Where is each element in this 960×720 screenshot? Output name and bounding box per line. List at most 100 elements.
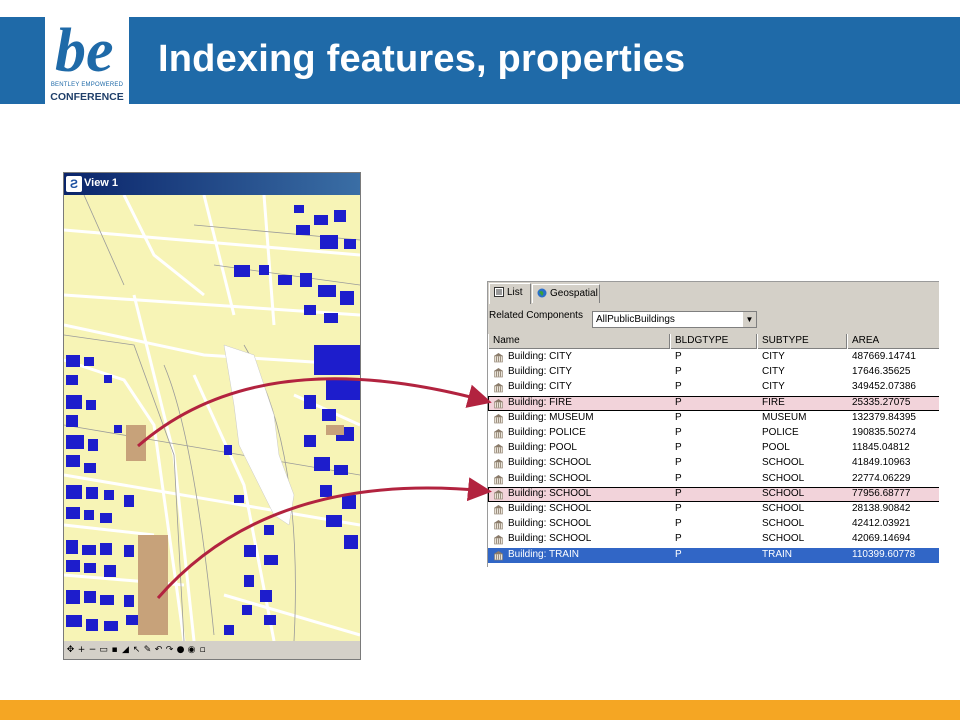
cell-name: Building: TRAIN: [508, 548, 579, 560]
cell-subtype: SCHOOL: [762, 472, 805, 484]
map-window-title: View 1: [84, 177, 119, 189]
building-icon: [494, 520, 503, 530]
cell-area: 22774.06229: [852, 472, 911, 484]
table-row[interactable]: Building: SCHOOL P SCHOOL 42069.14694: [488, 532, 939, 547]
cell-subtype: SCHOOL: [762, 487, 805, 499]
column-header-area[interactable]: AREA: [847, 334, 939, 349]
column-header-name[interactable]: Name: [488, 334, 670, 349]
cell-subtype: TRAIN: [762, 548, 792, 560]
cell-area: 11845.04812: [852, 442, 910, 454]
cell-subtype: CITY: [762, 351, 785, 362]
cell-name: Building: FIRE: [508, 396, 572, 408]
table-row[interactable]: Building: SCHOOL P SCHOOL 28138.90842: [488, 502, 939, 517]
cell-bldgtype: P: [675, 427, 682, 438]
map-window-titlebar[interactable]: Ƨ View 1: [64, 173, 360, 195]
measure-icon[interactable]: ◢: [121, 644, 130, 656]
cell-bldgtype: P: [675, 411, 682, 423]
cell-name: Building: CITY: [508, 366, 572, 378]
cell-area: 42412.03921: [852, 518, 911, 530]
table-row[interactable]: Building: SCHOOL P SCHOOL 22774.06229: [488, 472, 939, 487]
table-row[interactable]: Building: FIRE P FIRE 25335.27075: [488, 395, 939, 411]
page-title: Indexing features, properties: [158, 38, 686, 80]
chevron-down-icon[interactable]: ▼: [742, 312, 756, 327]
school-building-feature: [138, 535, 168, 635]
conference-logo: be BENTLEY EMPOWERED CONFERENCE: [45, 13, 129, 121]
cell-bldgtype: P: [675, 548, 682, 560]
building-icon: [494, 444, 503, 454]
zoom-in-icon[interactable]: +: [77, 644, 86, 656]
cell-area: 28138.90842: [852, 503, 911, 514]
cell-name: Building: SCHOOL: [508, 533, 592, 545]
table-row[interactable]: Building: SCHOOL P SCHOOL 77956.68777: [488, 486, 939, 502]
map-feature-tan: [326, 425, 344, 435]
cell-subtype: POOL: [762, 442, 790, 454]
cell-subtype: SCHOOL: [762, 503, 805, 514]
cell-subtype: SCHOOL: [762, 518, 805, 530]
slide-footer-bar: [0, 700, 960, 720]
building-icon: [494, 489, 503, 500]
cell-bldgtype: P: [675, 518, 682, 530]
zoom-out-icon[interactable]: −: [88, 644, 97, 656]
building-icon: [494, 413, 503, 424]
related-components-label: Related Components: [489, 310, 583, 321]
cell-subtype: POLICE: [762, 427, 799, 438]
logo-subtitle: BENTLEY EMPOWERED: [50, 82, 124, 88]
cell-subtype: SCHOOL: [762, 457, 805, 469]
table-row[interactable]: Building: CITY P CITY 487669.14741: [488, 350, 939, 365]
cell-name: Building: CITY: [508, 351, 572, 362]
tab-geospatial-label: Geospatial: [550, 288, 598, 299]
cell-area: 77956.68777: [852, 487, 911, 499]
cell-bldgtype: P: [675, 533, 682, 545]
redo-icon[interactable]: ↷: [165, 644, 174, 656]
table-row[interactable]: Building: POOL P POOL 11845.04812: [488, 441, 939, 456]
table-row[interactable]: Building: CITY P CITY 349452.07386: [488, 380, 939, 395]
table-row[interactable]: Building: TRAIN P TRAIN 110399.60778: [488, 547, 939, 563]
column-header-subtype[interactable]: SUBTYPE: [757, 334, 847, 349]
cell-area: 42069.14694: [852, 533, 911, 545]
cell-area: 110399.60778: [852, 548, 916, 560]
cell-bldgtype: P: [675, 487, 682, 499]
undo-icon[interactable]: ↶: [154, 644, 163, 656]
edit-icon[interactable]: ✎: [143, 644, 152, 656]
tab-list[interactable]: List: [489, 283, 531, 304]
table-header: Name BLDGTYPE SUBTYPE AREA: [488, 334, 939, 349]
cell-name: Building: SCHOOL: [508, 503, 592, 514]
column-header-bldgtype[interactable]: BLDGTYPE: [670, 334, 757, 349]
attribute-panel: List Geospatial Related Components AllPu…: [487, 281, 939, 567]
building-icon: [494, 353, 503, 363]
cell-area: 132379.84395: [852, 411, 916, 423]
building-icon: [494, 535, 503, 545]
tab-geospatial[interactable]: Geospatial: [532, 284, 600, 303]
pan-icon[interactable]: ✥: [66, 644, 75, 656]
related-components-dropdown[interactable]: AllPublicBuildings ▼: [592, 311, 757, 328]
stop-icon[interactable]: ●: [176, 644, 185, 656]
cell-bldgtype: P: [675, 351, 682, 362]
cell-subtype: CITY: [762, 366, 785, 378]
cell-subtype: CITY: [762, 381, 785, 393]
refresh-icon[interactable]: ▫: [198, 644, 207, 656]
app-icon: Ƨ: [66, 176, 82, 192]
building-icon: [494, 459, 503, 469]
settings-icon[interactable]: ◉: [187, 644, 196, 656]
table-row[interactable]: Building: CITY P CITY 17646.35625: [488, 365, 939, 380]
cell-bldgtype: P: [675, 442, 682, 454]
zoom-window-icon[interactable]: ▭: [99, 644, 108, 656]
table-row[interactable]: Building: SCHOOL P SCHOOL 42412.03921: [488, 517, 939, 532]
globe-icon: [537, 288, 547, 298]
cell-area: 41849.10963: [852, 457, 911, 469]
cell-bldgtype: P: [675, 472, 682, 484]
map-canvas[interactable]: [64, 195, 360, 641]
table-row[interactable]: Building: MUSEUM P MUSEUM 132379.84395: [488, 411, 939, 426]
building-icon: [494, 505, 503, 515]
list-icon: [494, 287, 504, 298]
map-toolbar: ✥ + − ▭ ▪ ◢ ↖ ✎ ↶ ↷ ● ◉ ▫: [64, 641, 360, 659]
fit-icon[interactable]: ▪: [110, 644, 119, 656]
cell-bldgtype: P: [675, 396, 682, 408]
select-icon[interactable]: ↖: [132, 644, 141, 656]
table-row[interactable]: Building: SCHOOL P SCHOOL 41849.10963: [488, 456, 939, 471]
cell-bldgtype: P: [675, 381, 682, 393]
cell-area: 25335.27075: [852, 396, 911, 408]
map-view-window[interactable]: Ƨ View 1 ✥ + − ▭ ▪ ◢ ↖ ✎ ↶ ↷ ● ◉ ▫: [63, 172, 361, 660]
table-row[interactable]: Building: POLICE P POLICE 190835.50274: [488, 426, 939, 441]
cell-subtype: MUSEUM: [762, 411, 807, 423]
